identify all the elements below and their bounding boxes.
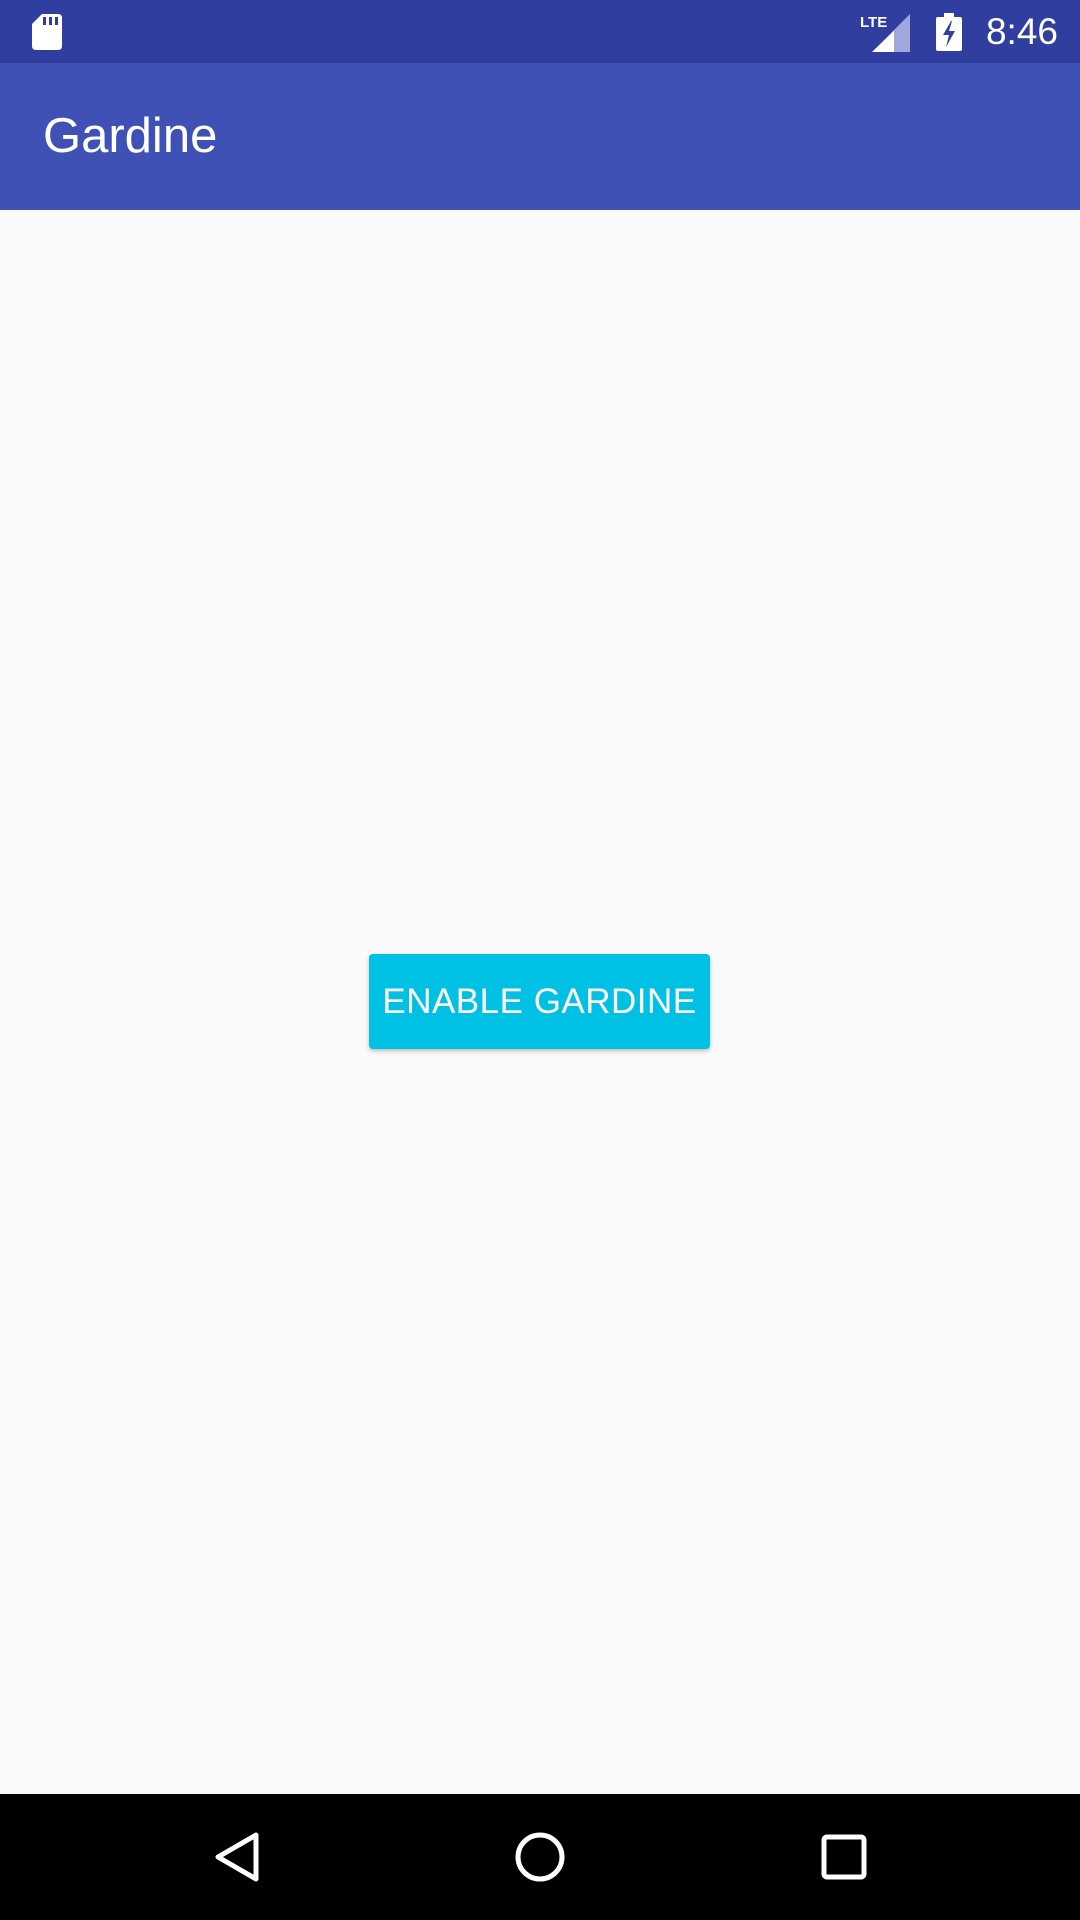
recents-icon xyxy=(821,1834,867,1880)
sd-card-icon xyxy=(32,14,62,50)
home-icon xyxy=(515,1832,565,1882)
home-button[interactable] xyxy=(470,1794,610,1920)
app-bar: Gardine xyxy=(0,63,1080,210)
recents-button[interactable] xyxy=(774,1794,914,1920)
back-icon xyxy=(215,1832,259,1882)
main-content: ENABLE GARDINE xyxy=(0,210,1080,1794)
status-clock: 8:46 xyxy=(985,11,1058,52)
back-button[interactable] xyxy=(167,1794,307,1920)
status-icons: LTE 8:46 xyxy=(860,0,1058,63)
status-bar: LTE 8:46 xyxy=(0,0,1080,63)
lte-signal-icon: LTE xyxy=(860,13,910,52)
battery-charging-icon xyxy=(935,12,962,51)
network-type-label: LTE xyxy=(860,14,887,31)
navigation-bar xyxy=(0,1794,1080,1920)
app-title: Gardine xyxy=(43,109,218,163)
enable-gardine-button[interactable]: ENABLE GARDINE xyxy=(369,954,710,1049)
